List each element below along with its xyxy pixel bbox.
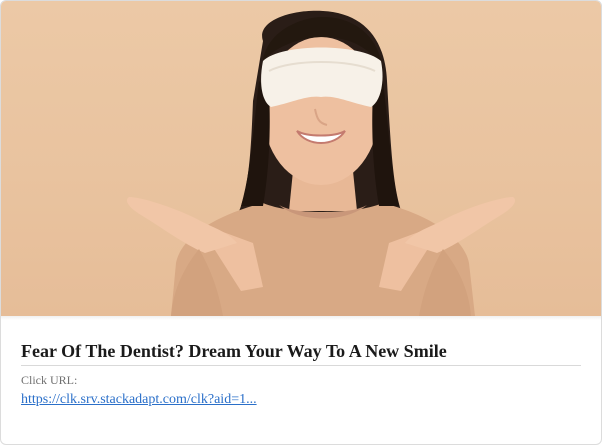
woman-sleep-mask-illustration: [126, 10, 516, 316]
image-bottom-shadow: [1, 316, 601, 320]
ad-card: Fear Of The Dentist? Dream Your Way To A…: [0, 0, 602, 445]
title-divider: [21, 365, 581, 366]
ad-hero-image[interactable]: [1, 1, 601, 316]
click-url-label: Click URL:: [21, 373, 78, 387]
ad-title[interactable]: Fear Of The Dentist? Dream Your Way To A…: [21, 341, 581, 362]
click-url-link[interactable]: https://clk.srv.stackadapt.com/clk?aid=1…: [21, 392, 257, 408]
